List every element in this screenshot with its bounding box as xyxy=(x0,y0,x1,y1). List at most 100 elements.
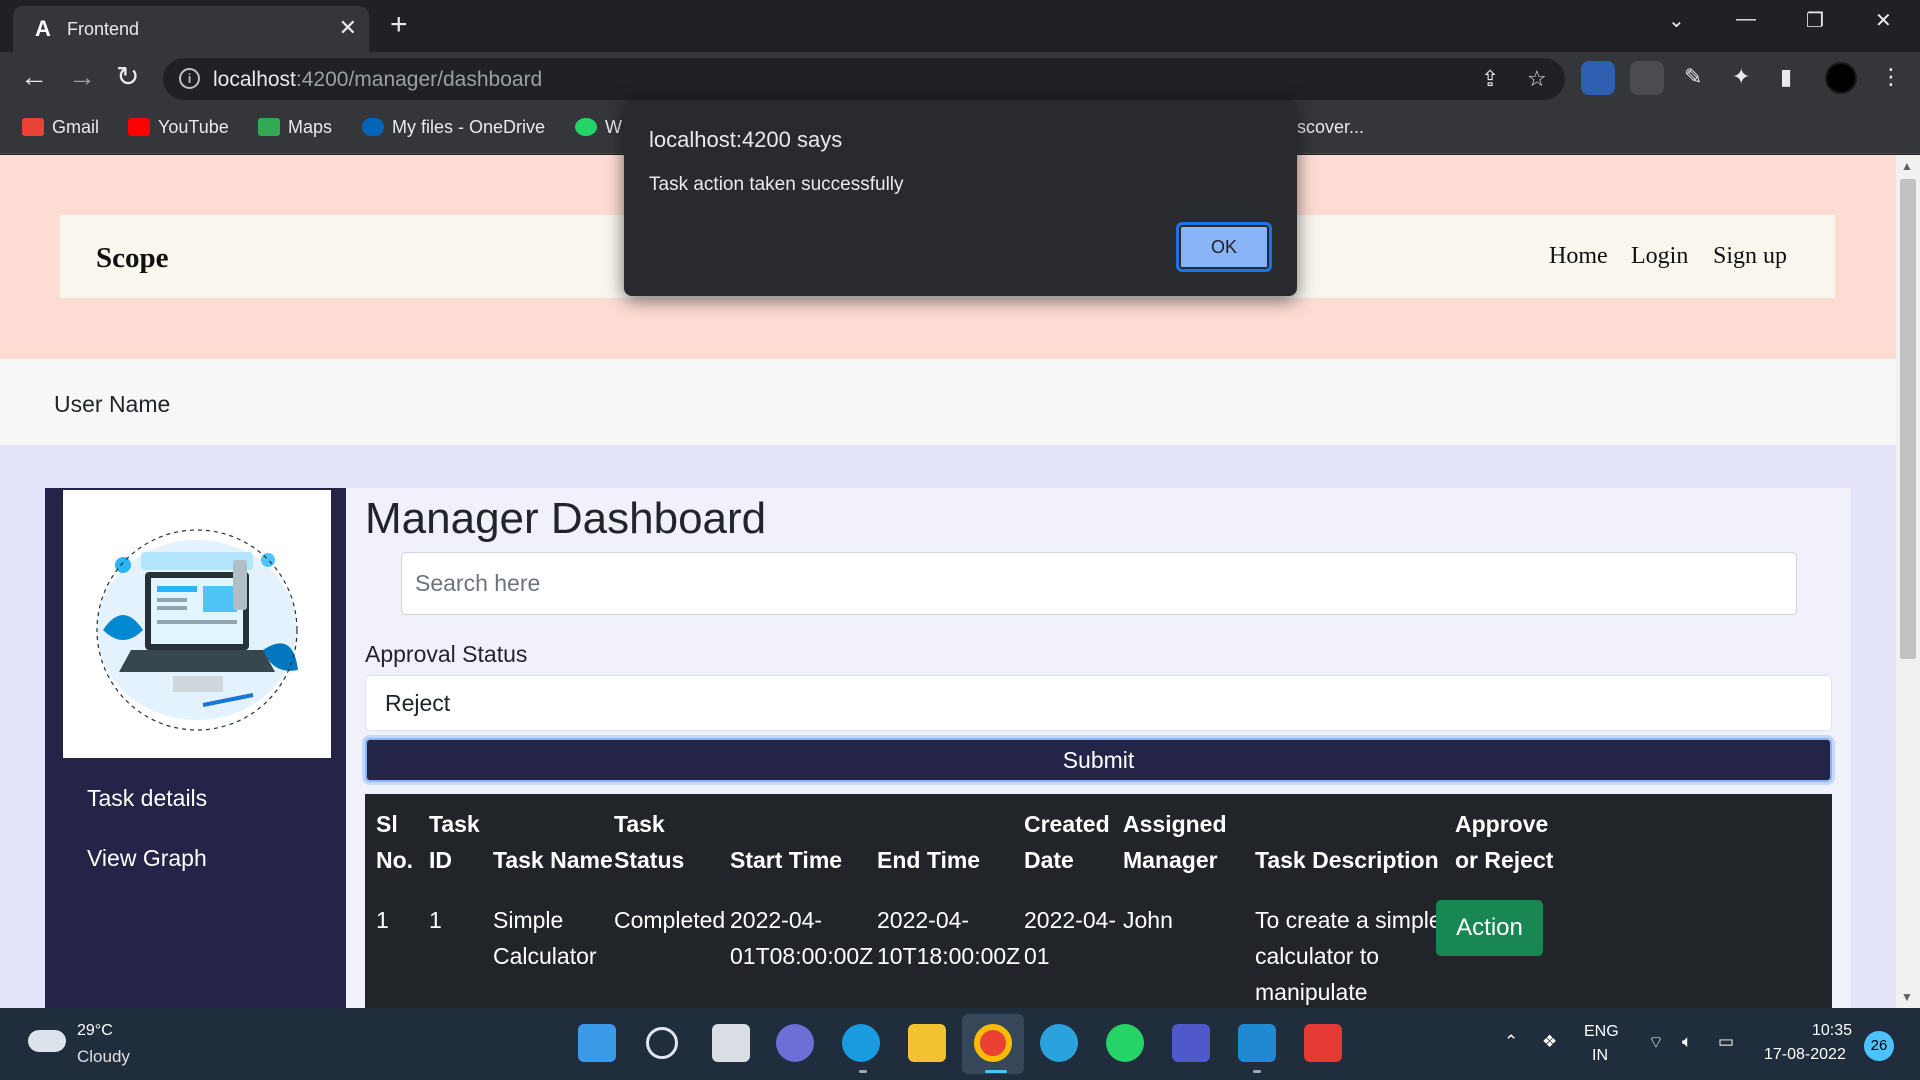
back-icon[interactable]: ← xyxy=(20,62,48,92)
cell-assigned-manager: John xyxy=(1123,907,1173,933)
reload-icon[interactable]: ↻ xyxy=(116,62,139,92)
chat-icon[interactable] xyxy=(776,1024,814,1062)
vscode-running-indicator xyxy=(1253,1070,1261,1073)
header-end-time: End Time xyxy=(877,847,981,873)
search-input[interactable] xyxy=(401,552,1797,615)
language-bottom[interactable]: IN xyxy=(1592,1047,1608,1065)
header-task-name: Task Name xyxy=(493,847,613,873)
angular-icon: A xyxy=(35,16,51,41)
browser-toolbar: ← → ↻ i localhost:4200/manager/dashboard… xyxy=(0,52,1920,104)
weather-temperature[interactable]: 29°C xyxy=(77,1022,113,1040)
screenshot-extension-icon[interactable] xyxy=(1581,61,1615,95)
whatsapp-icon[interactable] xyxy=(1106,1024,1144,1062)
minimize-icon[interactable]: — xyxy=(1736,8,1756,31)
puzzle-icon[interactable]: ✦ xyxy=(1732,64,1750,90)
weather-condition[interactable]: Cloudy xyxy=(77,1047,130,1067)
cell-task-id: 1 xyxy=(429,907,442,933)
edge-running-indicator xyxy=(859,1070,867,1073)
ok-button[interactable]: OK xyxy=(1176,222,1272,272)
user-name: User Name xyxy=(54,391,171,417)
nav-login-link[interactable]: Login xyxy=(1631,243,1688,270)
scroll-down-icon[interactable]: ▼ xyxy=(1901,990,1913,1004)
share-icon[interactable]: ⇪ xyxy=(1481,66,1499,92)
tab-search-icon[interactable]: ⌄ xyxy=(1668,8,1685,33)
battery-icon[interactable]: ▭ xyxy=(1718,1032,1734,1052)
new-tab-icon[interactable]: + xyxy=(390,10,408,40)
bookmark-gmail[interactable]: Gmail xyxy=(22,117,99,138)
address-bar[interactable]: i localhost:4200/manager/dashboard ⇪ ☆ xyxy=(163,58,1565,100)
notification-badge[interactable]: 26 xyxy=(1864,1031,1894,1061)
youtube-icon xyxy=(128,118,150,136)
browser-tab-strip: A Frontend ✕ + ⌄ — ❐ ✕ xyxy=(0,0,1920,52)
whatsapp-icon xyxy=(575,118,597,136)
approval-status-select[interactable]: Reject xyxy=(365,675,1832,731)
alert-dialog: localhost:4200 says Task action taken su… xyxy=(624,100,1297,296)
dropbox-icon[interactable]: ❖ xyxy=(1542,1032,1557,1052)
menu-icon[interactable]: ⋮ xyxy=(1880,64,1902,90)
alert-title: localhost:4200 says xyxy=(649,127,843,152)
vscode-icon[interactable] xyxy=(1238,1024,1276,1062)
nav-signup-link[interactable]: Sign up xyxy=(1713,243,1787,270)
cell-created-date: 2022-04- 01 xyxy=(1024,907,1117,969)
star-icon[interactable]: ☆ xyxy=(1527,66,1547,92)
forward-icon[interactable]: → xyxy=(68,62,96,92)
cloud-icon[interactable] xyxy=(28,1030,66,1052)
maps-icon xyxy=(258,118,280,136)
page-scrollbar[interactable]: ▲ ▼ xyxy=(1896,155,1920,1008)
wifi-icon[interactable]: ⌔ xyxy=(1648,1032,1664,1053)
header-task-status: Task Status xyxy=(614,811,685,873)
chrome-icon[interactable] xyxy=(974,1024,1012,1062)
header-sl-no: Sl No. xyxy=(376,811,414,873)
anydesk-icon[interactable] xyxy=(1304,1024,1342,1062)
cell-task-status: Completed xyxy=(614,907,726,933)
action-button[interactable]: Action xyxy=(1436,900,1543,956)
gmail-icon xyxy=(22,118,44,136)
scroll-up-icon[interactable]: ▲ xyxy=(1901,159,1913,173)
submit-button[interactable]: Submit xyxy=(365,738,1832,782)
search-icon[interactable] xyxy=(646,1027,678,1059)
restore-icon[interactable]: ❐ xyxy=(1806,8,1824,33)
edge-icon[interactable] xyxy=(842,1024,880,1062)
cell-task-description: To create a simple calculator to manipulat… xyxy=(1255,907,1442,1005)
user-bar: User Name xyxy=(0,359,1896,445)
nav-home-link[interactable]: Home xyxy=(1549,243,1608,270)
browser-tab[interactable]: A Frontend ✕ xyxy=(13,6,369,52)
volume-icon[interactable]: 🔈︎ xyxy=(1682,1032,1692,1052)
chrome-running-indicator xyxy=(985,1070,1007,1073)
clock-time[interactable]: 10:35 xyxy=(1812,1022,1852,1040)
windows-start-icon[interactable] xyxy=(578,1024,616,1062)
info-icon[interactable]: i xyxy=(179,68,200,89)
clock-date[interactable]: 17-08-2022 xyxy=(1764,1046,1846,1064)
profile-avatar[interactable] xyxy=(1825,62,1857,94)
approval-status-label: Approval Status xyxy=(365,641,528,667)
telegram-icon[interactable] xyxy=(1040,1024,1078,1062)
camera-extension-icon[interactable] xyxy=(1630,61,1664,95)
bookmark-youtube[interactable]: YouTube xyxy=(128,117,229,138)
close-window-icon[interactable]: ✕ xyxy=(1875,8,1892,33)
bookmark-maps[interactable]: Maps xyxy=(258,117,332,138)
page-title: Manager Dashboard xyxy=(365,494,767,543)
url-text: localhost:4200/manager/dashboard xyxy=(213,68,543,91)
header-created-date: Created Date xyxy=(1024,811,1110,873)
chevron-up-icon[interactable]: ⌃ xyxy=(1504,1032,1518,1052)
header-approve-reject: Approve or Reject xyxy=(1455,811,1554,873)
side-panel-icon[interactable]: ▮ xyxy=(1780,64,1792,90)
sidebar-item-view-graph[interactable]: View Graph xyxy=(87,845,207,872)
bookmark-discover[interactable]: scover... xyxy=(1297,117,1364,138)
task-view-icon[interactable] xyxy=(712,1024,750,1062)
cell-task-name: Simple Calculator xyxy=(493,907,597,969)
language-top[interactable]: ENG xyxy=(1584,1023,1619,1041)
close-icon[interactable]: ✕ xyxy=(339,16,357,40)
teams-icon[interactable] xyxy=(1172,1024,1210,1062)
alert-message: Task action taken successfully xyxy=(649,174,904,195)
bookmark-whatsapp[interactable]: W xyxy=(575,117,622,138)
windows-taskbar: 29°C Cloudy ⌃ ❖ ENG IN ⌔ 🔈︎ ▭ 10:35 17-0… xyxy=(0,1008,1920,1080)
file-explorer-icon[interactable] xyxy=(908,1024,946,1062)
sidebar: Task details View Graph xyxy=(45,488,346,1008)
pen-extension-icon[interactable]: ✎ xyxy=(1684,64,1702,90)
bookmark-onedrive[interactable]: My files - OneDrive xyxy=(362,117,545,138)
sidebar-item-task-details[interactable]: Task details xyxy=(87,785,207,812)
header-assigned-manager: Assigned Manager xyxy=(1123,811,1227,873)
scroll-thumb[interactable] xyxy=(1900,179,1916,659)
brand-logo[interactable]: Scope xyxy=(96,242,169,275)
